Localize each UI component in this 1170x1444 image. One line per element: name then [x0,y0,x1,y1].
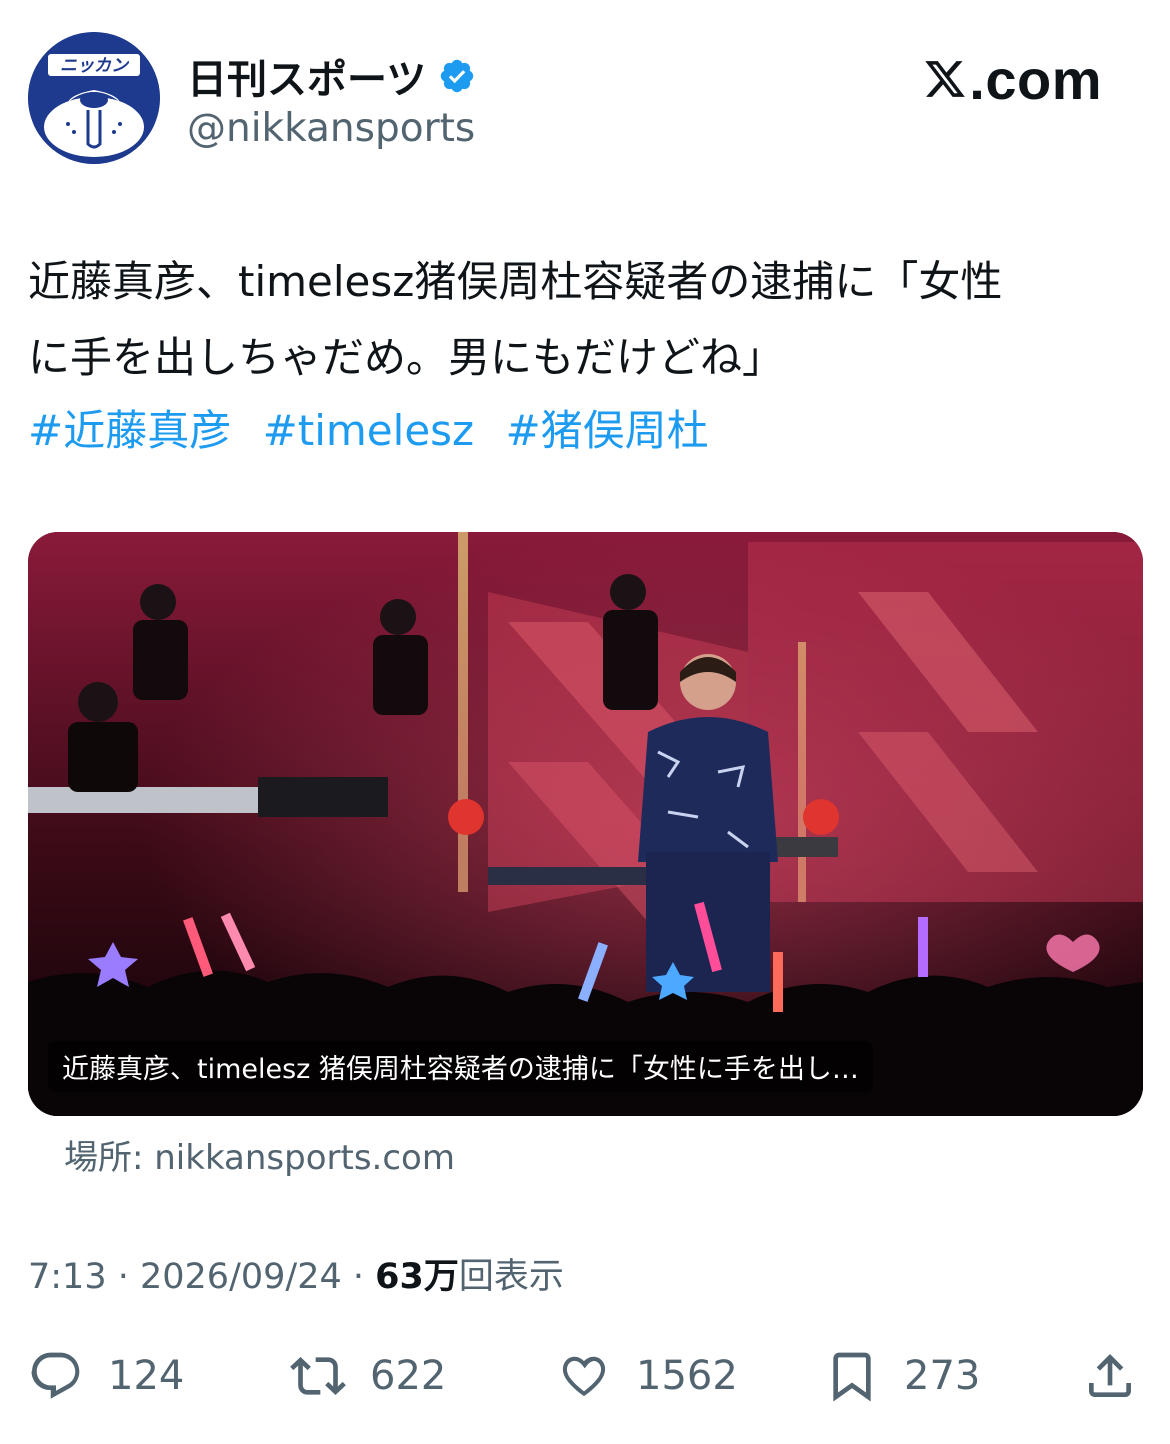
card-source[interactable]: 場所: nikkansports.com [64,1130,455,1179]
bookmark-button[interactable]: 273 [824,1340,980,1412]
heart-icon [562,1356,606,1397]
x-logo-icon [925,61,966,97]
tweet-date[interactable]: 2026/09/24 [140,1257,342,1297]
tweet-text-line: に手を出しちゃだめ。男にもだけどね」 [28,333,785,382]
reply-icon [31,1352,80,1399]
avatar[interactable]: ニッカン [28,32,160,164]
retweet-icon [290,1357,346,1395]
tweet-time[interactable]: 7:13 [28,1257,107,1297]
like-count: 1562 [636,1353,738,1399]
hashtag-link[interactable]: #timelesz [263,406,475,455]
retweet-count: 622 [370,1353,447,1399]
hashtag-link[interactable]: #猪俣周杜 [505,406,708,455]
bookmark-count: 273 [904,1353,981,1399]
hashtag-link[interactable]: #近藤真彦 [28,406,231,455]
action-bar: 124 622 1562 273 [28,1340,1143,1412]
hashtag-list: #近藤真彦 #timelesz #猪俣周杜 [28,396,727,466]
tweet-text-line: 近藤真彦、timelesz猪俣周杜容疑者の逮捕に「女性 [28,257,1003,306]
retweet-button[interactable]: 622 [290,1340,446,1412]
verified-badge-icon [440,59,474,93]
handle[interactable]: @nikkansports [187,106,475,151]
display-name-text[interactable]: 日刊スポーツ [187,47,426,105]
site-label: .com [969,47,1102,111]
card-caption: 近藤真彦、timelesz 猪俣周杜容疑者の逮捕に「女性に手を出し… [48,1041,873,1092]
link-preview-card[interactable]: 近藤真彦、timelesz 猪俣周杜容疑者の逮捕に「女性に手を出し… [28,532,1143,1116]
nikkan-mascot-logo: ニッカン [28,32,160,164]
reply-button[interactable]: 124 [28,1340,184,1412]
display-name[interactable]: 日刊スポーツ [187,48,476,104]
tweet-text: 近藤真彦、timelesz猪俣周杜容疑者の逮捕に「女性 に手を出しちゃだめ。男に… [28,244,1143,396]
views-count: 63万 [375,1257,459,1297]
concert-stage-photo [28,532,1143,1116]
tweet-meta: 7:13 · 2026/09/24 · 63万回表示 [28,1248,564,1299]
share-icon [1089,1354,1131,1397]
bookmark-icon [833,1352,871,1402]
svg-text:ニッカン: ニッカン [60,56,130,76]
meta-separator: · [341,1257,376,1297]
views-label: 回表示 [458,1257,564,1297]
like-button[interactable]: 1562 [556,1340,738,1412]
x-com-brand: .com [923,44,1102,114]
meta-separator: · [106,1257,140,1297]
reply-count: 124 [108,1353,185,1399]
share-button[interactable] [1082,1340,1138,1412]
